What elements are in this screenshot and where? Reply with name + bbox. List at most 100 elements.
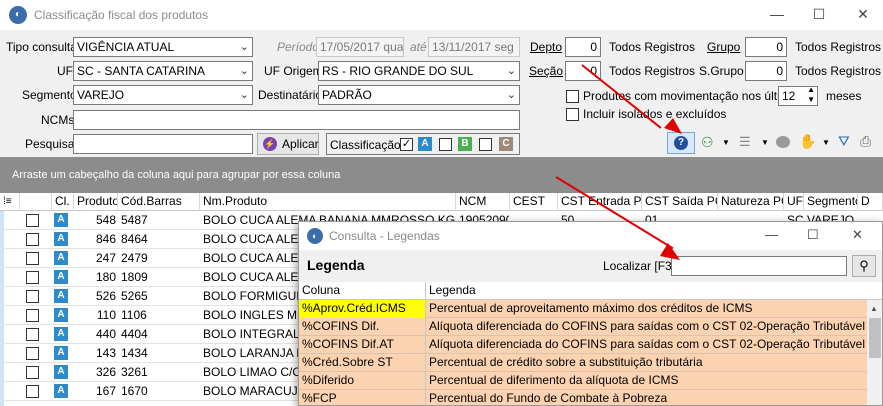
- legend-descricao: Percentual de diferimento da alíquota de…: [429, 373, 679, 387]
- cell-barras: 5265: [121, 289, 148, 303]
- printer-icon[interactable]: ⎙: [860, 133, 871, 150]
- col-header-nome[interactable]: Nm.Produto: [200, 193, 456, 211]
- chevron-down-icon: ⌄: [239, 41, 249, 53]
- ate-label: até: [410, 40, 427, 54]
- periodo-label: Período: [277, 40, 320, 54]
- legend-descricao: Percentual de crédito sobre a substituiç…: [429, 355, 703, 369]
- row-checkbox[interactable]: [26, 252, 39, 265]
- legend-coluna: %COFINS Dif.AT: [299, 336, 426, 354]
- legend-row[interactable]: %COFINS Dif. Alíquota diferenciada do CO…: [299, 318, 867, 336]
- col-header-uf[interactable]: UF: [784, 193, 804, 211]
- class-a-checkbox[interactable]: ✓: [400, 138, 413, 151]
- class-badge: A: [54, 384, 68, 398]
- row-checkbox[interactable]: [26, 271, 39, 284]
- scroll-up-icon[interactable]: ▲: [870, 304, 878, 313]
- chevron-down-icon: ⌄: [239, 89, 249, 101]
- col-header-legenda[interactable]: Legenda: [426, 282, 867, 300]
- legend-scrollbar[interactable]: ▲: [867, 300, 882, 405]
- col-header-cest[interactable]: CEST: [510, 193, 558, 211]
- sgrupo-input[interactable]: 0: [745, 61, 787, 81]
- class-badge: A: [54, 213, 68, 227]
- uf-select[interactable]: SC - SANTA CATARINA ⌄: [73, 61, 253, 81]
- col-header-produto[interactable]: Produto: [74, 193, 118, 211]
- column-chooser-icon[interactable]: ⁞≡: [0, 193, 20, 211]
- legend-row[interactable]: %Diferido Percentual de diferimento da a…: [299, 372, 867, 390]
- grupo-input[interactable]: 0: [745, 37, 787, 57]
- window-title: Classificação fiscal dos produtos: [34, 8, 209, 22]
- segmento-select[interactable]: VAREJO ⌄: [73, 85, 253, 105]
- col-header-ncm[interactable]: NCM: [456, 193, 510, 211]
- class-c-checkbox[interactable]: [479, 138, 492, 151]
- legend-row[interactable]: %Créd.Sobre ST Percentual de crédito sob…: [299, 354, 867, 372]
- localizar-input[interactable]: [671, 256, 847, 276]
- movimentacao-input[interactable]: 12 ▲ ▼: [778, 85, 818, 106]
- row-checkbox[interactable]: [26, 309, 39, 322]
- annotation-arrowhead: [660, 243, 680, 260]
- class-badge: A: [54, 365, 68, 379]
- row-checkbox[interactable]: [26, 366, 39, 379]
- group-hint: Arraste um cabeçalho da coluna aqui para…: [12, 169, 341, 181]
- class-a-badge: A: [418, 137, 432, 151]
- col-header-d[interactable]: D: [858, 193, 883, 211]
- pesquisa-label: Pesquisa: [25, 137, 75, 151]
- dialog-heading: Legenda: [307, 257, 365, 273]
- maximize-icon[interactable]: ☐: [806, 4, 832, 24]
- hand-icon[interactable]: ✋: [799, 133, 816, 150]
- row-checkbox[interactable]: [26, 214, 39, 227]
- secao-todos: Todos Registros: [609, 64, 696, 78]
- hierarchy-icon[interactable]: ⚇: [701, 134, 714, 151]
- tipo-consulta-select[interactable]: VIGÊNCIA ATUAL ⌄: [73, 37, 253, 57]
- pesquisa-input[interactable]: [73, 134, 253, 154]
- filter-icon[interactable]: ⛛: [838, 133, 850, 150]
- cell-barras: 1106: [121, 308, 147, 322]
- database-icon[interactable]: [776, 136, 790, 148]
- isolados-checkbox[interactable]: [566, 108, 579, 121]
- chevron-down-icon[interactable]: ▼: [761, 138, 769, 147]
- class-b-checkbox[interactable]: [439, 138, 452, 151]
- col-header-cl[interactable]: Cl.: [52, 193, 74, 211]
- dialog-toolbar: Legenda Localizar [F3] ⚲: [299, 250, 882, 282]
- ncms-input[interactable]: [73, 110, 520, 130]
- cell-produto: 143: [95, 346, 116, 360]
- legend-row[interactable]: %FCP Percentual do Fundo de Combate à Po…: [299, 390, 867, 405]
- scroll-thumb[interactable]: [869, 318, 881, 358]
- close-icon[interactable]: ✕: [850, 4, 876, 24]
- maximize-icon[interactable]: ☐: [807, 227, 819, 243]
- periodo-fim-field[interactable]: 13/11/2017 seg: [428, 37, 520, 57]
- row-checkbox[interactable]: [26, 290, 39, 303]
- col-header-select[interactable]: [20, 193, 52, 211]
- depto-input[interactable]: 0: [565, 37, 601, 57]
- class-badge: A: [54, 346, 68, 360]
- row-checkbox[interactable]: [26, 328, 39, 341]
- minimize-icon[interactable]: —: [764, 4, 790, 24]
- ncms-label: NCMs: [41, 113, 75, 127]
- col-header-natureza[interactable]: Natureza PC: [718, 193, 784, 211]
- class-badge: A: [54, 308, 68, 322]
- legend-coluna: %Aprov.Créd.ICMS: [299, 300, 426, 318]
- segmento-label: Segmento: [22, 88, 77, 102]
- col-header-segmento[interactable]: Segmento: [804, 193, 858, 211]
- minimize-icon[interactable]: —: [765, 227, 778, 242]
- chevron-down-icon[interactable]: ▼: [722, 138, 730, 147]
- close-icon[interactable]: ✕: [852, 227, 863, 243]
- row-checkbox[interactable]: [26, 385, 39, 398]
- col-header-cst-saida[interactable]: CST Saída PC: [642, 193, 718, 211]
- col-header-coluna[interactable]: Coluna: [299, 282, 426, 300]
- row-checkbox[interactable]: [26, 347, 39, 360]
- group-by-band[interactable]: Arraste um cabeçalho da coluna aqui para…: [0, 157, 883, 193]
- list-icon[interactable]: ☰: [739, 134, 751, 150]
- legend-descricao: Alíquota diferenciada do COFINS para saí…: [429, 337, 867, 351]
- chevron-down-icon[interactable]: ▼: [822, 138, 830, 147]
- chevron-down-icon: ⌄: [239, 65, 249, 77]
- col-header-barras[interactable]: Cód.Barras: [118, 193, 200, 211]
- legend-row[interactable]: %Aprov.Créd.ICMS Percentual de aproveita…: [299, 300, 867, 318]
- uf-origem-select[interactable]: RS - RIO GRANDE DO SUL ⌄: [318, 61, 520, 81]
- uf-origem-value: RS - RIO GRANDE DO SUL: [322, 64, 474, 78]
- destinatario-select[interactable]: PADRÃO ⌄: [318, 85, 520, 105]
- search-button[interactable]: ⚲: [852, 255, 876, 277]
- aplicar-button[interactable]: ⚡ Aplicar: [257, 133, 319, 155]
- row-checkbox[interactable]: [26, 233, 39, 246]
- legend-row[interactable]: %COFINS Dif.AT Alíquota diferenciada do …: [299, 336, 867, 354]
- movimentacao-checkbox[interactable]: [566, 90, 579, 103]
- periodo-inicio-field[interactable]: 17/05/2017 qua: [316, 37, 404, 57]
